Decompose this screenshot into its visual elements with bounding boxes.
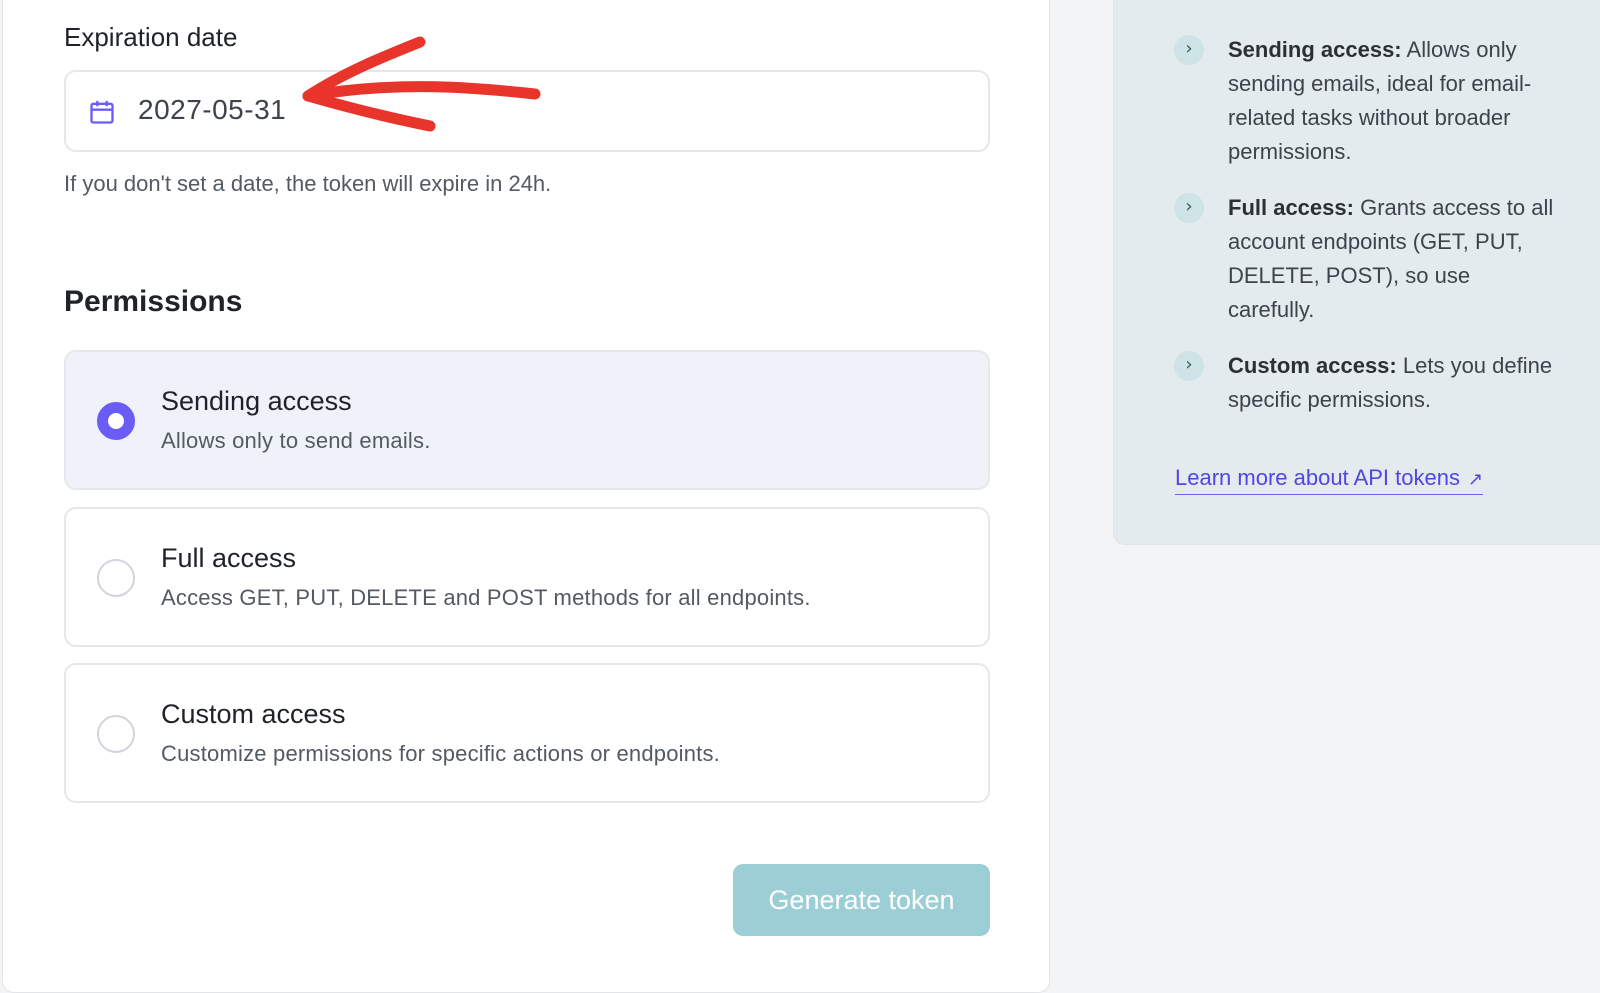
radio-custom[interactable]	[97, 715, 135, 753]
info-term: Full access:	[1228, 195, 1354, 220]
info-term: Sending access:	[1228, 37, 1402, 62]
info-text: Custom access: Lets you define specific …	[1228, 349, 1558, 417]
option-title: Full access	[161, 543, 297, 573]
chevron-right-icon: ›	[1174, 351, 1204, 381]
info-text: Sending access: Allows only sending emai…	[1228, 33, 1558, 169]
option-description: Allows only to send emails.	[161, 428, 431, 453]
learn-more-label: Learn more about API tokens	[1175, 465, 1460, 490]
expiration-help-text: If you don't set a date, the token will …	[64, 171, 552, 196]
radio-full[interactable]	[97, 559, 135, 597]
permission-option-full[interactable]: Full access Access GET, PUT, DELETE and …	[64, 507, 990, 647]
option-title: Sending access	[161, 386, 352, 416]
chevron-right-icon: ›	[1174, 35, 1204, 65]
calendar-icon	[90, 100, 114, 124]
option-description: Access GET, PUT, DELETE and POST methods…	[161, 585, 811, 610]
permission-option-custom[interactable]: Custom access Customize permissions for …	[64, 663, 990, 803]
external-link-icon: ↗	[1467, 469, 1484, 490]
info-term: Custom access:	[1228, 353, 1397, 378]
chevron-right-icon: ›	[1174, 193, 1204, 223]
info-text: Full access: Grants access to all accoun…	[1228, 191, 1558, 327]
permissions-title: Permissions	[64, 285, 243, 318]
annotation-arrow	[302, 36, 541, 132]
permission-option-sending[interactable]: Sending access Allows only to send email…	[64, 350, 990, 490]
radio-sending[interactable]	[97, 402, 135, 440]
learn-more-link[interactable]: Learn more about API tokens ↗	[1175, 465, 1484, 495]
option-description: Customize permissions for specific actio…	[161, 741, 720, 766]
option-title: Custom access	[161, 699, 346, 729]
generate-token-button[interactable]: Generate token	[733, 864, 990, 936]
expiration-label: Expiration date	[64, 22, 238, 52]
expiration-date-value: 2027-05-31	[138, 94, 287, 125]
